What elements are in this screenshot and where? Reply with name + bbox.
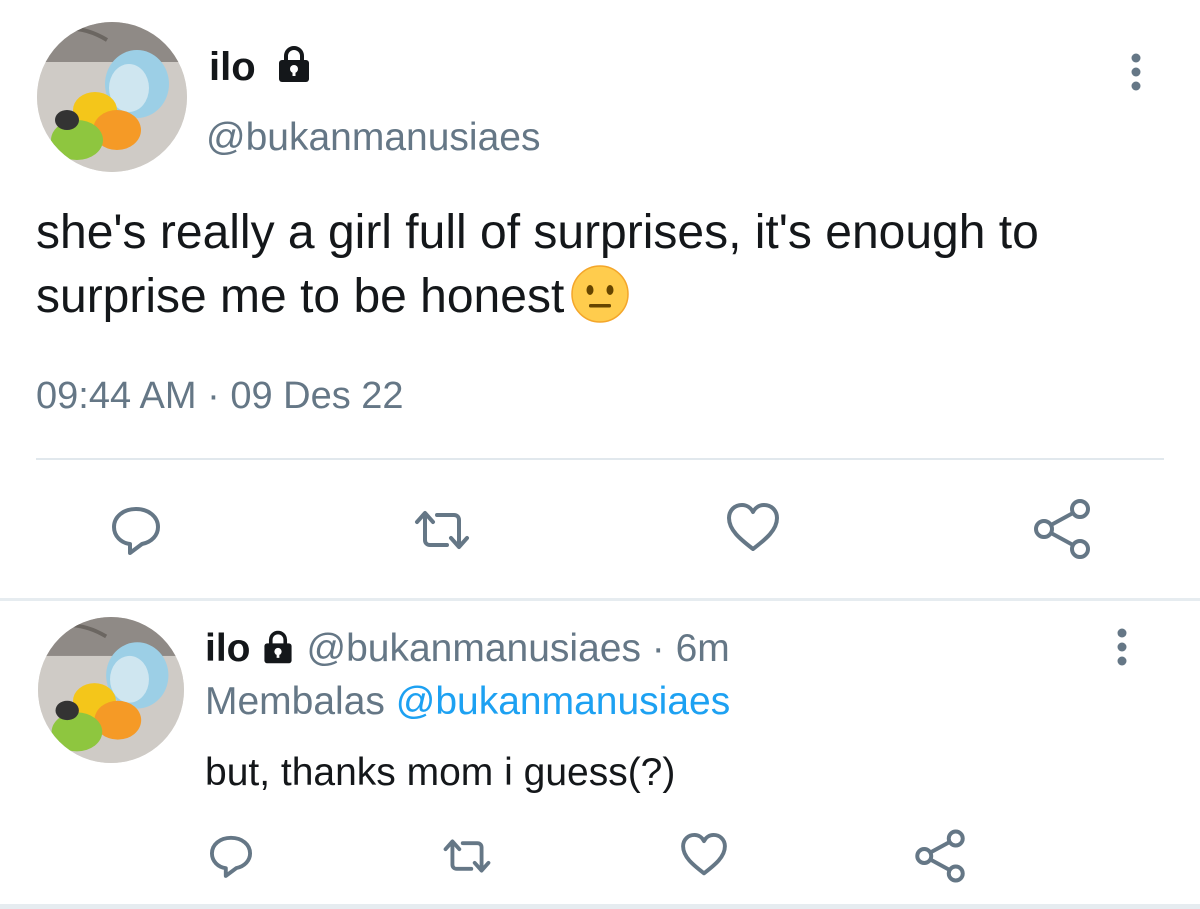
like-icon — [681, 833, 727, 876]
tweet-text: she's really a girl full of surprises, i… — [36, 202, 1136, 328]
reply-handle-time[interactable]: @bukanmanusiaes · 6m — [307, 627, 730, 670]
share-icon — [915, 829, 965, 883]
reply-display-name[interactable]: ilo — [205, 627, 251, 670]
neutral-face-emoji-icon — [570, 264, 630, 324]
more-vertical-icon[interactable] — [1119, 50, 1153, 94]
avatar[interactable] — [37, 22, 187, 172]
lock-icon — [259, 628, 297, 666]
replying-to-mention[interactable]: @bukanmanusiaes — [396, 680, 730, 723]
share-button[interactable] — [912, 828, 968, 884]
lock-icon — [273, 43, 315, 85]
like-icon — [727, 503, 779, 551]
avatar-image — [38, 617, 184, 763]
tweet-separator — [0, 598, 1200, 601]
reply-avatar[interactable] — [38, 617, 184, 763]
avatar-image — [37, 22, 187, 172]
like-button[interactable] — [677, 828, 731, 882]
replying-to: Membalas @bukanmanusiaes — [205, 678, 730, 726]
share-button[interactable] — [1030, 497, 1094, 561]
tweet-text-content: she's really a girl full of surprises, i… — [36, 206, 1039, 323]
reply-icon — [209, 835, 253, 878]
reply-icon — [112, 507, 160, 555]
replying-to-label: Membalas — [205, 680, 385, 723]
reply-button[interactable] — [106, 500, 166, 560]
reply-header: ilo @bukanmanusiaes · 6m — [205, 625, 730, 673]
more-vertical-icon[interactable] — [1105, 625, 1139, 669]
like-button[interactable] — [722, 497, 784, 559]
retweet-icon — [415, 511, 469, 549]
bottom-separator — [0, 904, 1200, 909]
divider — [36, 458, 1164, 460]
tweet-timestamp[interactable]: 09:44 AM · 09 Des 22 — [36, 373, 404, 419]
retweet-icon — [443, 839, 491, 873]
retweet-button[interactable] — [407, 500, 477, 560]
share-icon — [1034, 499, 1090, 559]
user-handle[interactable]: @bukanmanusiaes — [206, 115, 540, 161]
reply-button[interactable] — [205, 830, 257, 882]
reply-text: but, thanks mom i guess(?) — [205, 751, 676, 794]
retweet-button[interactable] — [437, 830, 497, 882]
display-name[interactable]: ilo — [209, 44, 256, 90]
